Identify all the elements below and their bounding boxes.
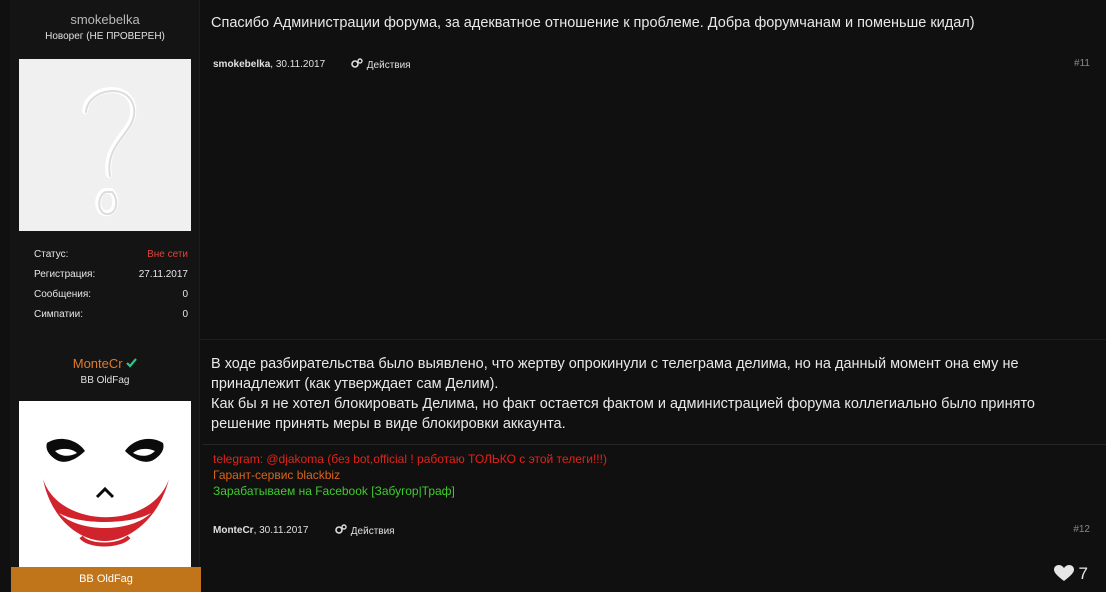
- user-sidebar: smokebelka Новорег (НЕ ПРОВЕРЕН) Статус:…: [10, 0, 200, 340]
- signature-telegram-link[interactable]: telegram: @djakoma (без bot,official ! р…: [213, 451, 1106, 467]
- info-row-messages: Сообщения: 0: [34, 285, 188, 305]
- post-number-link[interactable]: #12: [1073, 524, 1090, 535]
- actions-button[interactable]: Действия: [335, 524, 395, 539]
- heart-icon: [1053, 564, 1079, 583]
- info-row-likes: Симпатии: 0: [34, 305, 188, 325]
- signature-garant-link[interactable]: Гарант-сервис blackbiz: [213, 467, 1106, 483]
- signature-facebook-link[interactable]: Зарабатываем на Facebook [Забугор|Траф]: [213, 483, 1106, 499]
- post-author-link[interactable]: smokebelka: [213, 59, 270, 70]
- user-info: Статус: Вне сети Регистрация: 27.11.2017…: [34, 245, 188, 325]
- user-signature: telegram: @djakoma (без bot,official ! р…: [203, 444, 1106, 499]
- post-message: В ходе разбирательства было выявлено, чт…: [211, 354, 1092, 434]
- info-value: 0: [182, 309, 188, 320]
- actions-button[interactable]: Действия: [351, 58, 411, 73]
- likes-count: 7: [1078, 564, 1088, 583]
- status-value: Вне сети: [147, 249, 188, 260]
- post-message: Спасибо Администрации форума, за адекват…: [211, 15, 975, 31]
- message-line: решение принять меры в виде блокировки а…: [211, 416, 566, 432]
- post-author-link[interactable]: MonteCr: [213, 525, 254, 536]
- info-value: 0: [182, 289, 188, 300]
- message-line: Как бы я не хотел блокировать Делима, но…: [211, 396, 1035, 412]
- info-label: Статус:: [34, 249, 69, 260]
- username-link[interactable]: MonteCr: [10, 356, 200, 371]
- post-number-link[interactable]: #11: [1074, 58, 1090, 69]
- rank-badge: BB OldFag: [11, 567, 201, 592]
- info-label: Симпатии:: [34, 309, 83, 320]
- question-mark-avatar-icon[interactable]: [19, 59, 191, 231]
- actions-label: Действия: [366, 60, 411, 72]
- actions-label: Действия: [350, 526, 395, 538]
- joker-face-avatar-icon[interactable]: [19, 401, 191, 569]
- info-row-status: Статус: Вне сети: [34, 245, 188, 265]
- gears-icon: [351, 58, 364, 73]
- post-date[interactable]: , 30.11.2017: [270, 59, 325, 70]
- user-sidebar: MonteCr BB OldFag: [10, 340, 200, 592]
- info-row-registration: Регистрация: 27.11.2017: [34, 265, 188, 285]
- gears-icon: [335, 524, 348, 539]
- info-label: Сообщения:: [34, 289, 92, 300]
- message-line: принадлежит (как утверждает сам Делим).: [211, 376, 499, 392]
- username-link[interactable]: smokebelka: [10, 12, 200, 27]
- checkmark-icon: [126, 356, 138, 371]
- message-line: В ходе разбирательства было выявлено, чт…: [211, 356, 1019, 372]
- post-date[interactable]: , 30.11.2017: [254, 525, 309, 536]
- user-title: BB OldFag: [80, 375, 130, 386]
- post-11: smokebelka Новорег (НЕ ПРОВЕРЕН) Статус:…: [0, 0, 1106, 340]
- info-label: Регистрация:: [34, 269, 96, 280]
- likes-counter[interactable]: 7: [1053, 564, 1088, 584]
- post-meta: smokebelka, 30.11.2017 Действия: [213, 58, 411, 72]
- post-12: MonteCr BB OldFag BB OldFag В ходе разби…: [0, 340, 1106, 592]
- username-text: MonteCr: [72, 356, 123, 371]
- info-value: 27.11.2017: [138, 269, 188, 280]
- user-title: Новорег (НЕ ПРОВЕРЕН): [45, 31, 165, 42]
- post-meta: MonteCr, 30.11.2017 Действия: [213, 524, 395, 538]
